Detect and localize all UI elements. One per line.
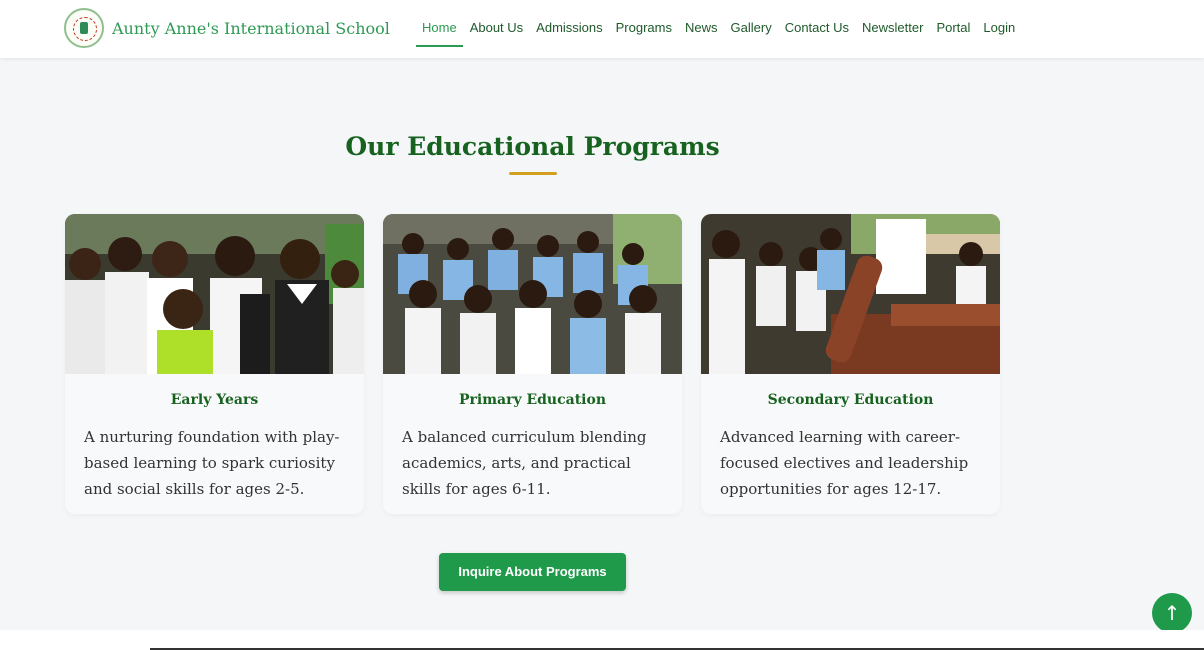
scroll-to-top-button[interactable]: ↑ (1152, 593, 1192, 633)
nav-about-us[interactable]: About Us (464, 0, 529, 58)
card-title: Early Years (170, 392, 259, 408)
card-description: Advanced learning with career-focused el… (720, 428, 969, 498)
inquire-about-programs-button[interactable]: Inquire About Programs (439, 553, 626, 591)
nav-gallery[interactable]: Gallery (725, 0, 778, 58)
program-card-secondary-education: Secondary Education Advanced learning wi… (701, 214, 1000, 514)
card-title: Primary Education (458, 392, 607, 408)
nav-programs[interactable]: Programs (610, 0, 678, 58)
program-card-early-years: Early Years A nurturing foundation with … (65, 214, 364, 514)
main-nav: Home About Us Admissions Programs News G… (416, 0, 1022, 58)
card-title: Secondary Education (767, 392, 934, 408)
card-description: A nurturing foundation with play-based l… (84, 428, 340, 498)
title-underline (509, 172, 557, 175)
nav-login[interactable]: Login (977, 0, 1021, 58)
nav-home[interactable]: Home (416, 0, 463, 58)
nav-news[interactable]: News (679, 0, 724, 58)
secondary-education-photo (701, 214, 1000, 374)
brand[interactable]: Aunty Anne's International School (64, 8, 390, 48)
section-title: Our Educational Programs (345, 132, 720, 161)
arrow-up-icon: ↑ (1163, 601, 1181, 625)
primary-education-photo (383, 214, 682, 374)
top-navbar: Aunty Anne's International School Home A… (0, 0, 1204, 58)
nav-contact-us[interactable]: Contact Us (779, 0, 855, 58)
nav-admissions[interactable]: Admissions (530, 0, 608, 58)
footer-band (0, 630, 1204, 650)
program-card-primary-education: Primary Education A balanced curriculum … (383, 214, 682, 514)
card-description: A balanced curriculum blending academics… (402, 428, 647, 498)
brand-name: Aunty Anne's International School (112, 18, 390, 38)
early-years-photo (65, 214, 364, 374)
nav-newsletter[interactable]: Newsletter (856, 0, 929, 58)
nav-portal[interactable]: Portal (930, 0, 976, 58)
school-crest-icon (64, 8, 104, 48)
